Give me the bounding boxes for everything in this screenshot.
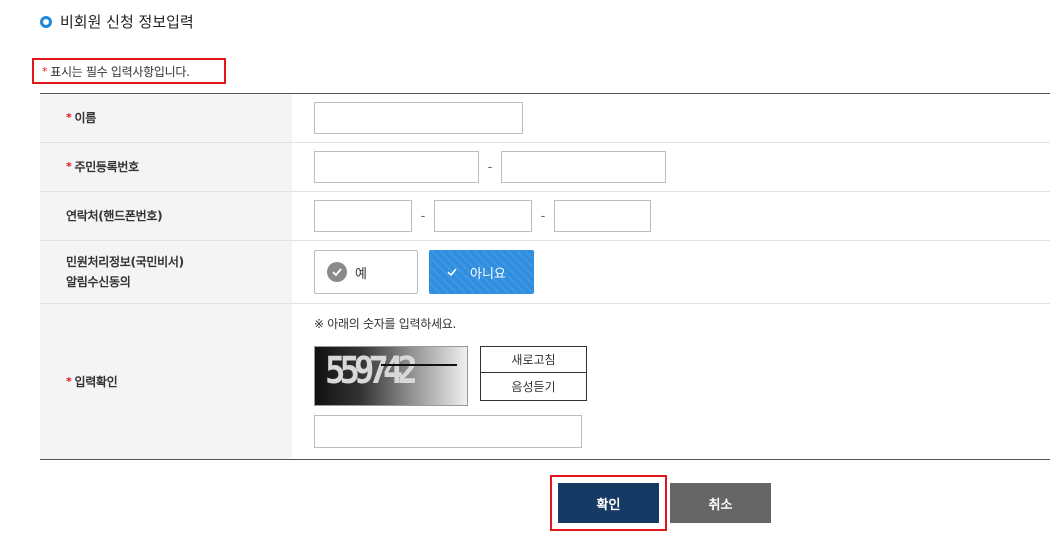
label-name: * 이름 bbox=[40, 94, 292, 142]
confirm-button[interactable]: 확인 bbox=[558, 483, 659, 523]
captcha-image: 559742 bbox=[314, 346, 468, 406]
section-title: 비회원 신청 정보입력 bbox=[40, 11, 194, 32]
captcha-digits: 559742 bbox=[325, 349, 418, 393]
cell-captcha: ※ 아래의 숫자를 입력하세요. 559742 새로고침 음성듣기 bbox=[292, 304, 1050, 459]
section-title-text: 비회원 신청 정보입력 bbox=[60, 13, 194, 31]
rrn-front-input[interactable] bbox=[314, 151, 479, 183]
consent-no-label: 아니요 bbox=[470, 266, 506, 282]
required-note: * 표시는 필수 입력사항입니다. bbox=[32, 58, 226, 84]
captcha-refresh-button[interactable]: 새로고침 bbox=[480, 346, 587, 373]
label-captcha: * 입력확인 bbox=[40, 304, 292, 459]
rrn-separator: - bbox=[487, 159, 493, 175]
captcha-input[interactable] bbox=[314, 415, 582, 448]
consent-yes-label: 예 bbox=[355, 266, 367, 282]
cell-rrn: - bbox=[292, 143, 1050, 191]
phone-separator: - bbox=[540, 208, 546, 224]
check-icon bbox=[442, 262, 462, 282]
phone-part2-input[interactable] bbox=[434, 200, 532, 232]
circle-bullet-icon bbox=[40, 15, 52, 28]
label-consent: 민원처리정보(국민비서) 알림수신동의 bbox=[40, 241, 292, 303]
phone-part3-input[interactable] bbox=[554, 200, 651, 232]
row-rrn: * 주민등록번호 - bbox=[40, 143, 1050, 192]
cancel-button[interactable]: 취소 bbox=[670, 483, 771, 523]
required-star-icon: * bbox=[42, 64, 48, 78]
rrn-back-input[interactable] bbox=[501, 151, 666, 183]
label-phone: 연락처(핸드폰번호) bbox=[40, 192, 292, 240]
label-consent-line2: 알림수신동의 bbox=[66, 275, 131, 289]
name-input[interactable] bbox=[314, 102, 523, 134]
label-name-text: 이름 bbox=[74, 111, 96, 125]
required-note-text: 표시는 필수 입력사항입니다. bbox=[50, 64, 190, 79]
row-phone: 연락처(핸드폰번호) - - bbox=[40, 192, 1050, 241]
row-captcha: * 입력확인 ※ 아래의 숫자를 입력하세요. 559742 새로고침 음성듣기 bbox=[40, 304, 1050, 459]
consent-no-option[interactable]: 아니요 bbox=[429, 250, 534, 294]
label-rrn: * 주민등록번호 bbox=[40, 143, 292, 191]
label-phone-text: 연락처(핸드폰번호) bbox=[66, 209, 163, 223]
required-star-icon: * bbox=[66, 160, 72, 173]
phone-separator: - bbox=[420, 208, 426, 224]
cell-consent: 예 아니요 bbox=[292, 241, 1050, 303]
required-star-icon: * bbox=[66, 111, 72, 124]
label-captcha-text: 입력확인 bbox=[74, 374, 118, 389]
phone-part1-input[interactable] bbox=[314, 200, 412, 232]
captcha-audio-button[interactable]: 음성듣기 bbox=[480, 373, 587, 401]
cell-name bbox=[292, 94, 1050, 142]
label-consent-line1: 민원처리정보(국민비서) bbox=[66, 255, 184, 269]
required-star-icon: * bbox=[66, 374, 72, 388]
captcha-noise-line bbox=[381, 364, 457, 366]
captcha-buttons: 새로고침 음성듣기 bbox=[480, 346, 587, 401]
cell-phone: - - bbox=[292, 192, 1050, 240]
check-icon bbox=[327, 262, 347, 282]
application-form: * 이름 * 주민등록번호 - 연락처(핸드폰번호) - - 민원처리정보(국민… bbox=[40, 93, 1050, 460]
label-rrn-text: 주민등록번호 bbox=[74, 160, 139, 174]
consent-yes-option[interactable]: 예 bbox=[314, 250, 418, 294]
captcha-guide: ※ 아래의 숫자를 입력하세요. bbox=[314, 317, 456, 331]
captcha-row: 559742 새로고침 음성듣기 bbox=[314, 346, 587, 406]
row-name: * 이름 bbox=[40, 94, 1050, 143]
captcha-area: ※ 아래의 숫자를 입력하세요. 559742 새로고침 음성듣기 bbox=[314, 315, 587, 448]
row-consent: 민원처리정보(국민비서) 알림수신동의 예 아니요 bbox=[40, 241, 1050, 304]
